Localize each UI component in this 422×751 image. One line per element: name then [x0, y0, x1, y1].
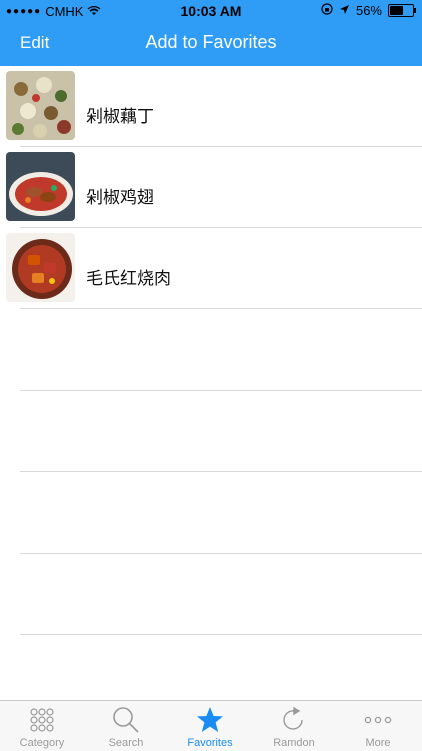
refresh-icon	[252, 706, 336, 734]
tab-label: Category	[19, 737, 65, 749]
tab-bar: Category Search Favorites Ramdon More	[0, 700, 422, 751]
favorites-list: 剁椒藕丁 剁椒鸡翅 毛氏红烧肉	[0, 66, 422, 700]
more-icon	[336, 706, 420, 734]
list-item[interactable]: 剁椒藕丁	[0, 66, 422, 147]
grid-icon	[0, 706, 84, 734]
list-item[interactable]: 剁椒鸡翅	[0, 147, 422, 228]
dish-name: 剁椒鸡翅	[86, 188, 154, 208]
list-item[interactable]: 毛氏红烧肉	[0, 228, 422, 309]
page-title: Add to Favorites	[145, 32, 277, 52]
navigation-bar: Edit Add to Favorites	[0, 22, 422, 66]
tab-label: More	[365, 737, 391, 749]
tab-category[interactable]: Category	[0, 701, 84, 751]
status-bar: ●●●●● CMHK 10:03 AM 56%	[0, 0, 422, 22]
tab-search[interactable]: Search	[84, 701, 168, 751]
location-icon	[339, 3, 350, 18]
tab-favorites[interactable]: Favorites	[168, 701, 252, 751]
battery-icon	[388, 4, 416, 17]
dish-name: 剁椒藕丁	[86, 107, 154, 127]
dish-thumbnail	[6, 152, 75, 221]
dish-thumbnail	[6, 233, 75, 302]
dish-name: 毛氏红烧肉	[86, 269, 171, 289]
empty-row-divider	[20, 471, 422, 472]
search-icon	[84, 706, 168, 734]
tab-label: Search	[108, 737, 144, 749]
star-icon	[168, 706, 252, 734]
dish-thumbnail	[6, 71, 75, 140]
empty-row-divider	[20, 390, 422, 391]
battery-percent: 56%	[355, 3, 382, 18]
tab-label: Ramdon	[273, 737, 315, 749]
tab-label: Favorites	[187, 737, 233, 749]
status-right: 56%	[321, 3, 416, 18]
empty-row-divider	[20, 553, 422, 554]
row-divider	[20, 308, 422, 309]
rotation-lock-icon	[321, 3, 333, 18]
empty-row-divider	[20, 634, 422, 635]
tab-random[interactable]: Ramdon	[252, 701, 336, 751]
tab-more[interactable]: More	[336, 701, 420, 751]
